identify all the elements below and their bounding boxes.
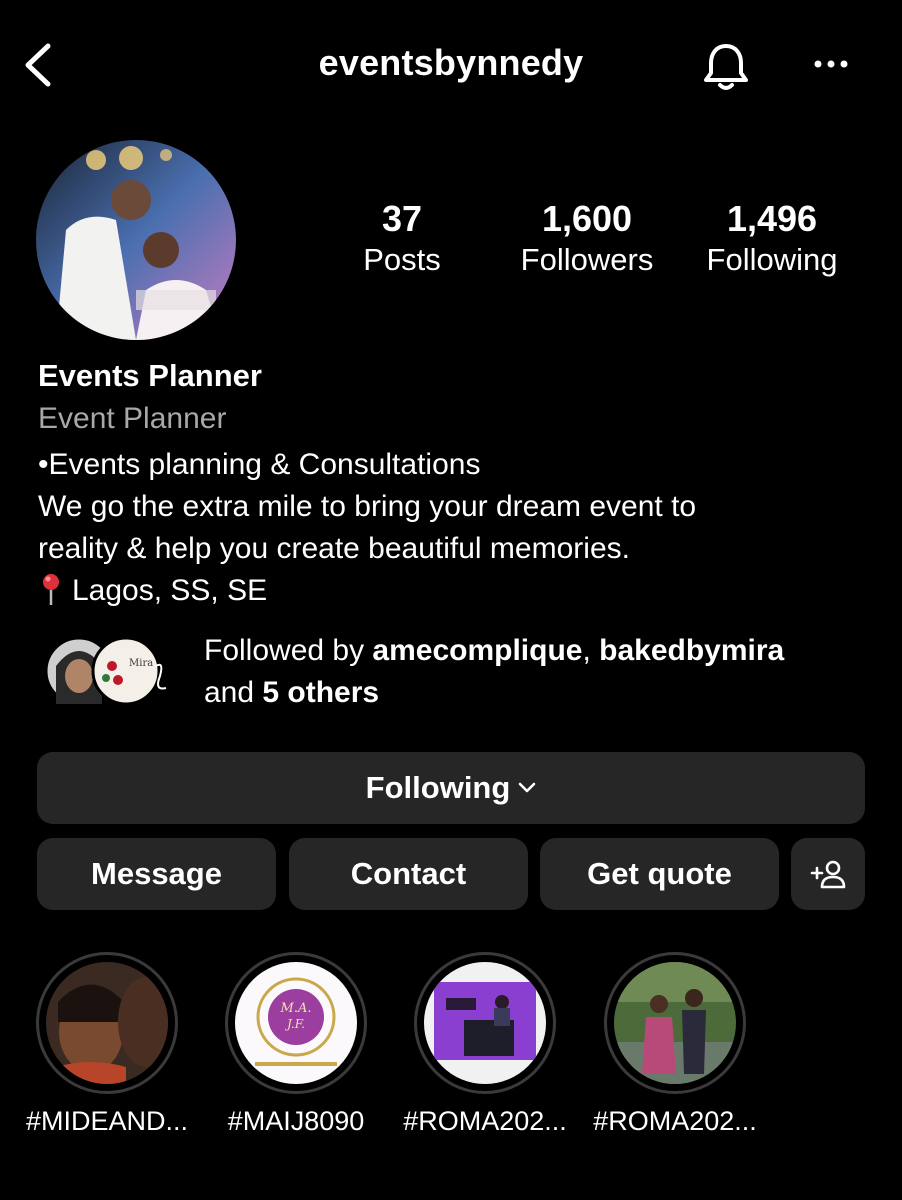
highlight-label: #MAIJ8090 <box>227 1106 365 1136</box>
get-quote-button[interactable]: Get quote <box>540 838 779 910</box>
mutual-others[interactable]: 5 others <box>262 676 379 709</box>
followed-by-text[interactable]: Followed by amecomplique, bakedbymira an… <box>204 630 864 714</box>
pin-icon <box>43 574 59 605</box>
bio-line-1: •Events planning & Consultations <box>38 448 481 481</box>
highlight-ring: M.A. J.F. <box>225 952 367 1094</box>
contact-button-label: Contact <box>350 856 467 891</box>
posts-label: Posts <box>363 242 441 277</box>
mutual-user-2[interactable]: bakedbymira <box>599 634 784 667</box>
highlight-ring <box>414 952 556 1094</box>
highlight-cover-image <box>614 962 736 1084</box>
highlight-cover-image <box>424 962 546 1084</box>
highlight-ring <box>604 952 746 1094</box>
followers-stat[interactable]: 1,600 Followers <box>487 198 687 280</box>
following-stat[interactable]: 1,496 Following <box>672 198 872 280</box>
bio-line-2: We go the extra mile to bring your dream… <box>38 490 697 523</box>
followed-by-and: and <box>204 676 263 709</box>
message-button-label: Message <box>91 856 222 891</box>
posts-stat[interactable]: 37 Posts <box>302 198 502 280</box>
mutual-user-1[interactable]: amecomplique <box>372 634 582 667</box>
svg-text:Mira: Mira <box>129 658 153 669</box>
profile-category: Event Planner <box>38 402 227 435</box>
profile-avatar[interactable] <box>36 140 236 340</box>
get-quote-button-label: Get quote <box>587 856 732 891</box>
bio-line-3: reality & help you create beautiful memo… <box>38 532 630 565</box>
profile-username: eventsbynnedy <box>318 42 584 83</box>
highlight-label: #MIDEAND... <box>25 1106 189 1136</box>
svg-text:J.F.: J.F. <box>284 1017 305 1031</box>
contact-button[interactable]: Contact <box>289 838 528 910</box>
highlight-cover-image: M.A. J.F. <box>235 962 357 1084</box>
highlight-label: #ROMA202... <box>593 1106 757 1136</box>
story-highlight[interactable]: #ROMA202... <box>593 952 757 1137</box>
highlight-cover-image <box>46 962 168 1084</box>
highlight-ring <box>36 952 178 1094</box>
profile-bio: •Events planning & Consultations We go t… <box>38 444 868 612</box>
highlight-label: #ROMA202... <box>403 1106 567 1136</box>
story-highlight[interactable]: #ROMA202... <box>403 952 567 1137</box>
following-button-label: Following <box>365 770 511 805</box>
profile-display-name: Events Planner <box>38 358 262 393</box>
bio-location: Lagos, SS, SE <box>72 574 268 607</box>
bell-icon[interactable] <box>698 38 754 94</box>
followed-by-separator: , <box>582 634 600 667</box>
chevron-down-icon <box>519 782 536 793</box>
following-button[interactable]: Following <box>37 752 865 824</box>
bio-location-line: Lagos, SS, SE <box>38 570 868 612</box>
mutual-followers-avatars[interactable]: Mira <box>44 636 174 706</box>
suggested-accounts-button[interactable] <box>791 838 865 910</box>
svg-text:M.A.: M.A. <box>280 1001 312 1016</box>
posts-count: 37 <box>381 198 423 239</box>
message-button[interactable]: Message <box>37 838 276 910</box>
add-person-icon <box>810 860 846 889</box>
story-highlight[interactable]: M.A. J.F. #MAIJ8090 <box>221 952 371 1137</box>
followers-label: Followers <box>520 242 654 277</box>
followed-by-prefix: Followed by <box>204 634 373 667</box>
following-count: 1,496 <box>726 198 818 239</box>
more-horizontal-icon[interactable] <box>806 46 856 82</box>
following-label: Following <box>706 242 838 277</box>
story-highlight[interactable]: #MIDEAND... <box>26 952 188 1137</box>
followers-count: 1,600 <box>541 198 633 239</box>
